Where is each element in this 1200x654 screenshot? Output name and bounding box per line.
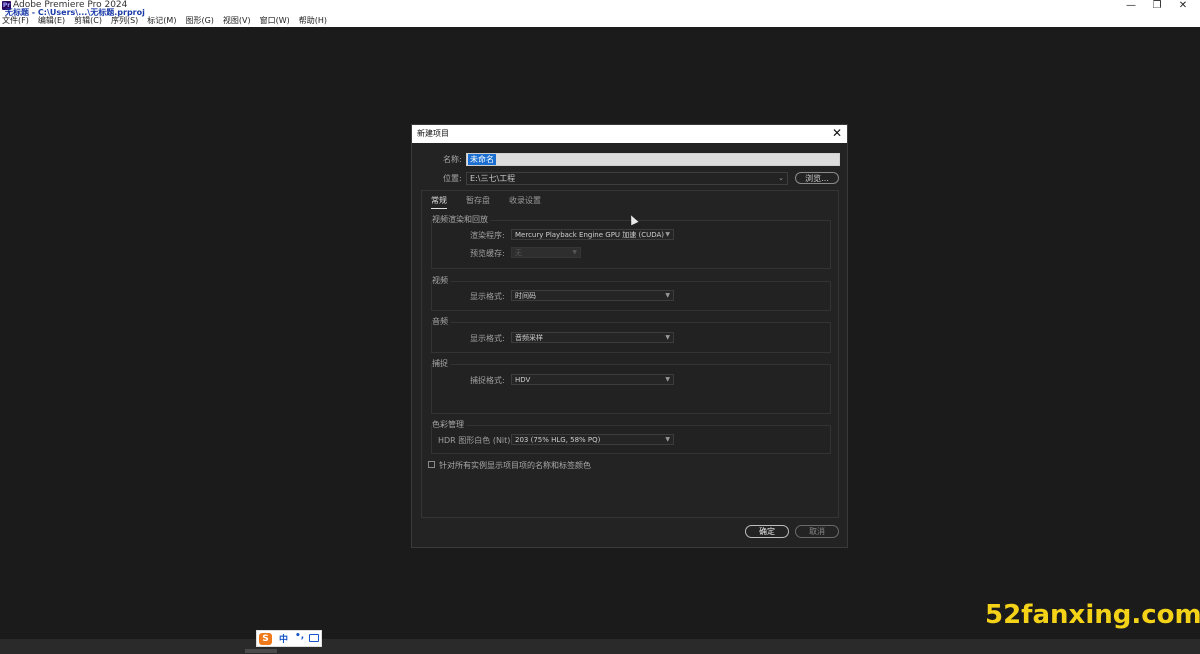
menubar: 文件(F) 编辑(E) 剪辑(C) 序列(S) 标记(M) 图形(G) 视图(V… [2,15,336,26]
preview-cache-dropdown: 无 ▼ [511,247,581,258]
project-name-input[interactable]: 未命名 [466,153,840,166]
scroll-segment[interactable] [245,649,277,653]
audio-display-format-label: 显示格式: [470,334,505,343]
menu-window[interactable]: 窗口(W) [260,15,294,26]
name-label: 名称: [443,155,462,164]
group-capture: 捕捉 捕捉格式: HDV ▼ [431,358,831,414]
group-audio: 音频 显示格式: 音频采样 ▼ [431,316,831,353]
video-display-format-label: 显示格式: [470,292,505,301]
chevron-down-icon: ▼ [572,249,577,256]
group-video: 视频 显示格式: 时间码 ▼ [431,275,831,311]
browse-button[interactable]: 浏览... [795,172,839,184]
ok-button[interactable]: 确定 [745,525,789,538]
dialog-close-icon[interactable]: ✕ [830,125,844,142]
ime-punctuation-toggle[interactable]: •, [295,631,304,641]
chevron-down-icon: ▼ [665,292,670,299]
group-title: 视频渲染和回放 [432,214,491,225]
new-project-dialog: 新建项目 ✕ 名称: 未命名 位置: E:\三七\工程 ⌄ 浏览... 常规 暂… [411,124,848,548]
tab-scratch-disks[interactable]: 暂存盘 [466,195,490,206]
group-title: 色彩管理 [432,419,467,430]
menu-graphics[interactable]: 图形(G) [185,15,217,26]
ime-language-toggle[interactable]: 中 [279,632,288,645]
renderer-value: Mercury Playback Engine GPU 加速 (CUDA) [515,231,665,239]
group-title: 视频 [432,275,451,286]
chevron-down-icon: ▼ [665,334,670,341]
dialog-header: 新建项目 ✕ [412,125,847,143]
location-dropdown[interactable]: E:\三七\工程 ⌄ [466,172,788,185]
menu-markers[interactable]: 标记(M) [147,15,180,26]
chevron-down-icon: ⌄ [778,174,784,182]
menu-sequence[interactable]: 序列(S) [111,15,142,26]
sogou-logo-icon[interactable]: S [259,633,272,645]
app-titlebar: Pr Adobe Premiere Pro 2024 无标题 - C:\User… [0,0,1200,27]
menu-view[interactable]: 视图(V) [223,15,255,26]
window-close-button[interactable]: ✕ [1172,0,1194,14]
group-render-playback: 视频渲染和回放 渲染程序: Mercury Playback Engine GP… [431,214,831,269]
location-value: E:\三七\工程 [470,174,516,183]
capture-format-label: 捕捉格式: [470,376,505,385]
project-name-value[interactable]: 未命名 [468,154,496,165]
keyboard-icon[interactable] [309,634,319,642]
minimize-button[interactable]: — [1120,0,1142,14]
tab-general[interactable]: 常规 [431,195,447,209]
menu-file[interactable]: 文件(F) [2,15,33,26]
hdr-white-dropdown[interactable]: 203 (75% HLG, 58% PQ) ▼ [511,434,674,445]
cancel-button[interactable]: 取消 [795,525,839,538]
capture-format-dropdown[interactable]: HDV ▼ [511,374,674,385]
show-label-color-checkbox[interactable] [428,461,435,468]
preview-cache-value: 无 [515,249,522,257]
audio-display-format-value: 音频采样 [515,334,543,342]
status-bar [0,639,1200,654]
menu-clip[interactable]: 剪辑(C) [74,15,106,26]
dialog-title: 新建项目 [417,129,449,138]
restore-button[interactable]: ❐ [1146,0,1168,14]
ime-toolbar[interactable]: S 中 •, [256,630,322,647]
group-title: 捕捉 [432,358,451,369]
chevron-down-icon: ▼ [665,436,670,443]
tab-ingest-settings[interactable]: 收录设置 [509,195,541,206]
audio-display-format-dropdown[interactable]: 音频采样 ▼ [511,332,674,343]
group-title: 音频 [432,316,451,327]
hdr-white-label: HDR 图形白色 (Nit): [438,436,514,445]
capture-format-value: HDV [515,376,531,384]
video-display-format-dropdown[interactable]: 时间码 ▼ [511,290,674,301]
renderer-label: 渲染程序: [470,231,505,240]
location-label: 位置: [443,174,462,183]
chevron-down-icon: ▼ [665,376,670,383]
hdr-white-value: 203 (75% HLG, 58% PQ) [515,436,601,444]
menu-help[interactable]: 帮助(H) [299,15,331,26]
video-display-format-value: 时间码 [515,292,536,300]
renderer-dropdown[interactable]: Mercury Playback Engine GPU 加速 (CUDA) ▼ [511,229,674,240]
show-label-color-label: 针对所有实例显示项目项的名称和标签颜色 [439,461,591,470]
preview-cache-label: 预览缓存: [470,249,505,258]
watermark: 52fanxing.com [985,600,1200,630]
menu-edit[interactable]: 编辑(E) [38,15,69,26]
group-color-management: 色彩管理 HDR 图形白色 (Nit): 203 (75% HLG, 58% P… [431,419,831,454]
chevron-down-icon: ▼ [665,231,670,238]
